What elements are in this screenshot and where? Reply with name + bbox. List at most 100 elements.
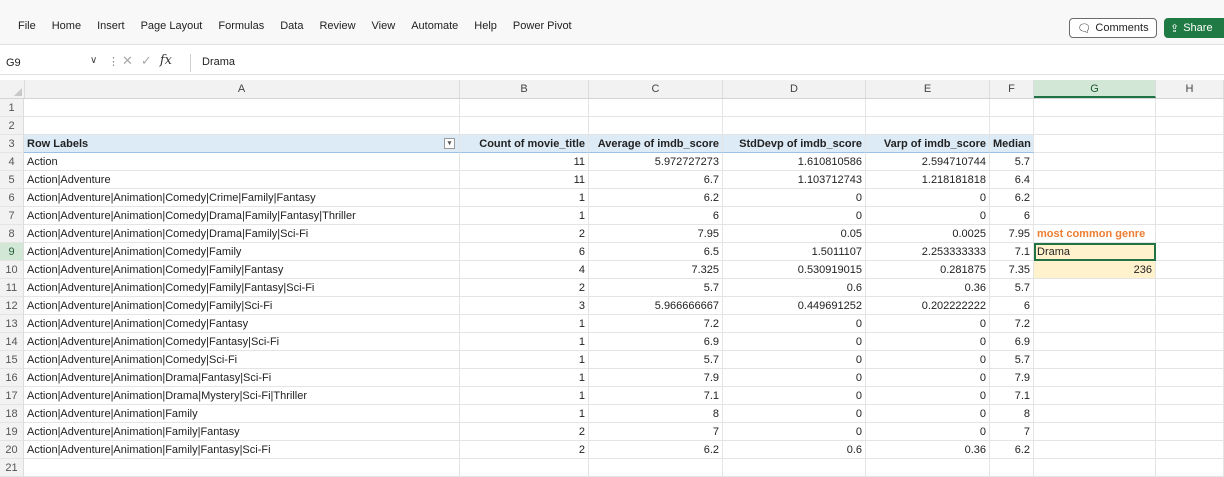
cell[interactable]	[1034, 207, 1156, 225]
count-cell[interactable]: 11	[460, 171, 589, 189]
name-box[interactable]: G9 ∨	[6, 54, 102, 72]
count-cell[interactable]: 2	[460, 423, 589, 441]
count-cell[interactable]: 3	[460, 297, 589, 315]
cell[interactable]	[1156, 315, 1224, 333]
row-number[interactable]: 9	[0, 243, 24, 261]
average-cell[interactable]: 5.972727273	[589, 153, 723, 171]
row-label[interactable]: Action|Adventure|Animation|Comedy|Fantas…	[24, 315, 460, 333]
median-cell[interactable]: 7.95	[990, 225, 1034, 243]
stdevp-cell[interactable]: 0.449691252	[723, 297, 866, 315]
median-cell[interactable]: 6	[990, 297, 1034, 315]
stdevp-cell[interactable]: 0.530919015	[723, 261, 866, 279]
count-cell[interactable]: 1	[460, 369, 589, 387]
varp-cell[interactable]: 2.253333333	[866, 243, 990, 261]
column-header-a[interactable]: A	[24, 80, 460, 98]
row-number[interactable]: 14	[0, 333, 24, 351]
ribbon-tab-automate[interactable]: Automate	[403, 20, 466, 32]
row-label[interactable]: Action|Adventure|Animation|Family|Fantas…	[24, 423, 460, 441]
row-number[interactable]: 3	[0, 135, 24, 153]
cell[interactable]	[1034, 99, 1156, 117]
row-number[interactable]: 5	[0, 171, 24, 189]
varp-cell[interactable]: 0.202222222	[866, 297, 990, 315]
ribbon-tab-help[interactable]: Help	[466, 20, 505, 32]
median-cell[interactable]: 7.35	[990, 261, 1034, 279]
cell[interactable]	[24, 459, 460, 477]
cell[interactable]	[1034, 189, 1156, 207]
varp-cell[interactable]: 2.594710744	[866, 153, 990, 171]
cell[interactable]	[990, 459, 1034, 477]
median-cell[interactable]: 7.2	[990, 315, 1034, 333]
most-common-genre-label[interactable]: most common genre	[1034, 225, 1156, 243]
ribbon-tab-data[interactable]: Data	[272, 20, 311, 32]
stdevp-cell[interactable]: 0	[723, 333, 866, 351]
median-cell[interactable]: 7	[990, 423, 1034, 441]
average-cell[interactable]: 7.95	[589, 225, 723, 243]
row-label[interactable]: Action|Adventure|Animation|Comedy|Fantas…	[24, 333, 460, 351]
row-labels-header[interactable]: Row Labels ▾	[24, 135, 460, 153]
varp-cell[interactable]: 0	[866, 405, 990, 423]
cell[interactable]	[1034, 459, 1156, 477]
cell[interactable]	[589, 459, 723, 477]
column-header-b[interactable]: B	[460, 80, 589, 98]
median-cell[interactable]: 6.4	[990, 171, 1034, 189]
count-cell[interactable]: 1	[460, 207, 589, 225]
cell[interactable]	[1156, 189, 1224, 207]
cell[interactable]	[460, 99, 589, 117]
cell[interactable]	[1156, 243, 1224, 261]
genre-count-cell[interactable]: 236	[1034, 261, 1156, 279]
cell[interactable]	[1034, 297, 1156, 315]
row-label[interactable]: Action|Adventure|Animation|Comedy|Drama|…	[24, 225, 460, 243]
cell[interactable]	[460, 117, 589, 135]
stdevp-cell[interactable]: 0	[723, 315, 866, 333]
cell[interactable]	[24, 99, 460, 117]
ribbon-tab-page-layout[interactable]: Page Layout	[133, 20, 211, 32]
count-cell[interactable]: 2	[460, 279, 589, 297]
chevron-down-icon[interactable]: ∨	[90, 55, 97, 66]
average-cell[interactable]: 6	[589, 207, 723, 225]
cell[interactable]	[1034, 171, 1156, 189]
row-number[interactable]: 4	[0, 153, 24, 171]
comments-button[interactable]: 🗨︎ Comments	[1069, 18, 1157, 38]
row-number[interactable]: 18	[0, 405, 24, 423]
stdevp-cell[interactable]: 0.6	[723, 279, 866, 297]
stdevp-cell[interactable]: 0.05	[723, 225, 866, 243]
cell[interactable]	[990, 99, 1034, 117]
cell[interactable]	[1156, 369, 1224, 387]
row-number[interactable]: 13	[0, 315, 24, 333]
median-cell[interactable]: 6.9	[990, 333, 1034, 351]
row-label[interactable]: Action|Adventure|Animation|Comedy|Family…	[24, 297, 460, 315]
stdevp-cell[interactable]: 0	[723, 189, 866, 207]
varp-cell[interactable]: 0.36	[866, 441, 990, 459]
count-cell[interactable]: 2	[460, 441, 589, 459]
median-header[interactable]: Median	[990, 135, 1034, 153]
count-header[interactable]: Count of movie_title	[460, 135, 589, 153]
row-number[interactable]: 20	[0, 441, 24, 459]
count-cell[interactable]: 4	[460, 261, 589, 279]
median-cell[interactable]: 6.2	[990, 189, 1034, 207]
average-cell[interactable]: 8	[589, 405, 723, 423]
average-cell[interactable]: 7.9	[589, 369, 723, 387]
ribbon-tab-formulas[interactable]: Formulas	[210, 20, 272, 32]
cell[interactable]	[1034, 117, 1156, 135]
stdevp-cell[interactable]: 0	[723, 207, 866, 225]
row-label[interactable]: Action|Adventure|Animation|Comedy|Family…	[24, 279, 460, 297]
cell[interactable]	[1156, 423, 1224, 441]
cell[interactable]	[460, 459, 589, 477]
cancel-icon[interactable]: ✕	[122, 53, 133, 69]
count-cell[interactable]: 1	[460, 351, 589, 369]
stdevp-cell[interactable]: 0	[723, 387, 866, 405]
select-all-corner[interactable]	[0, 80, 25, 98]
row-label[interactable]: Action|Adventure|Animation|Comedy|Sci-Fi	[24, 351, 460, 369]
count-cell[interactable]: 1	[460, 315, 589, 333]
varp-cell[interactable]: 0	[866, 189, 990, 207]
cell[interactable]	[1034, 369, 1156, 387]
row-number[interactable]: 2	[0, 117, 24, 135]
cell[interactable]	[866, 459, 990, 477]
column-header-g[interactable]: G	[1034, 80, 1156, 98]
average-cell[interactable]: 7.2	[589, 315, 723, 333]
varp-cell[interactable]: 0	[866, 369, 990, 387]
cell[interactable]	[990, 117, 1034, 135]
row-label[interactable]: Action|Adventure|Animation|Comedy|Drama|…	[24, 207, 460, 225]
row-number[interactable]: 12	[0, 297, 24, 315]
count-cell[interactable]: 1	[460, 387, 589, 405]
